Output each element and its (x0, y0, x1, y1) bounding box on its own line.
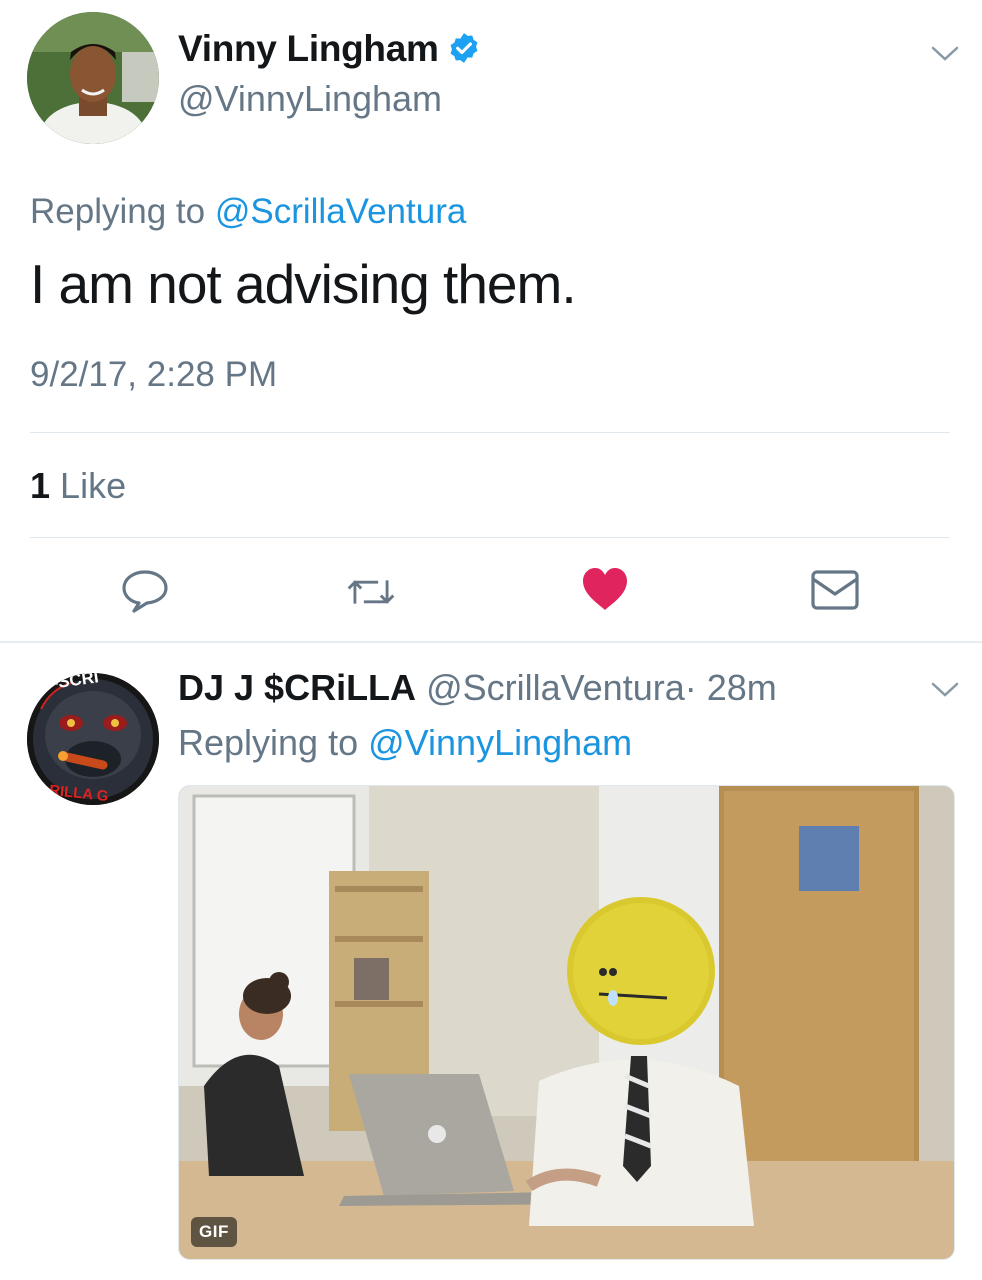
heart-icon[interactable] (580, 566, 630, 612)
gif-badge: GIF (191, 1217, 237, 1247)
reply-author-avatar[interactable]: J-SCRI RILLA G (27, 673, 159, 805)
verified-badge-icon (450, 33, 478, 63)
replying-prefix: Replying to (30, 192, 206, 231)
replying-to-link[interactable]: @ScrillaVentura (215, 192, 466, 231)
reply-replying-to-line: Replying to @VinnyLingham (178, 722, 632, 764)
replying-prefix: Replying to (178, 722, 359, 763)
gif-media[interactable]: GIF (178, 785, 955, 1260)
reply-author-handle[interactable]: @ScrillaVentura (426, 667, 685, 708)
replying-to-line: Replying to @ScrillaVentura (30, 192, 466, 232)
avatar-photo (27, 12, 159, 144)
tweet-timestamp[interactable]: 9/2/17, 2:28 PM (30, 355, 277, 395)
like-count-label: Like (60, 465, 127, 506)
reply-header: DJ J $CRiLLA @ScrillaVentura· 28m (178, 667, 777, 709)
author-name[interactable]: Vinny Lingham (178, 28, 439, 69)
like-count-number: 1 (30, 465, 51, 506)
divider (30, 432, 950, 433)
retweet-icon[interactable] (346, 569, 396, 615)
author-avatar[interactable] (27, 12, 159, 144)
author-name-row[interactable]: Vinny Lingham (178, 28, 481, 70)
reply-time: · 28m (684, 667, 777, 708)
message-icon[interactable] (810, 567, 860, 613)
likes-count[interactable]: 1 Like (30, 465, 126, 507)
tweet-text: I am not advising them. (30, 253, 577, 315)
replying-to-link[interactable]: @VinnyLingham (368, 722, 632, 763)
author-handle[interactable]: @VinnyLingham (178, 78, 442, 120)
reply-icon[interactable] (120, 567, 170, 613)
chevron-down-icon[interactable] (930, 680, 960, 700)
reply-author-name[interactable]: DJ J $CRiLLA (178, 667, 416, 708)
gif-image (179, 786, 954, 1259)
tweet-separator (0, 641, 982, 643)
chevron-down-icon[interactable] (930, 44, 960, 64)
divider (30, 537, 950, 538)
